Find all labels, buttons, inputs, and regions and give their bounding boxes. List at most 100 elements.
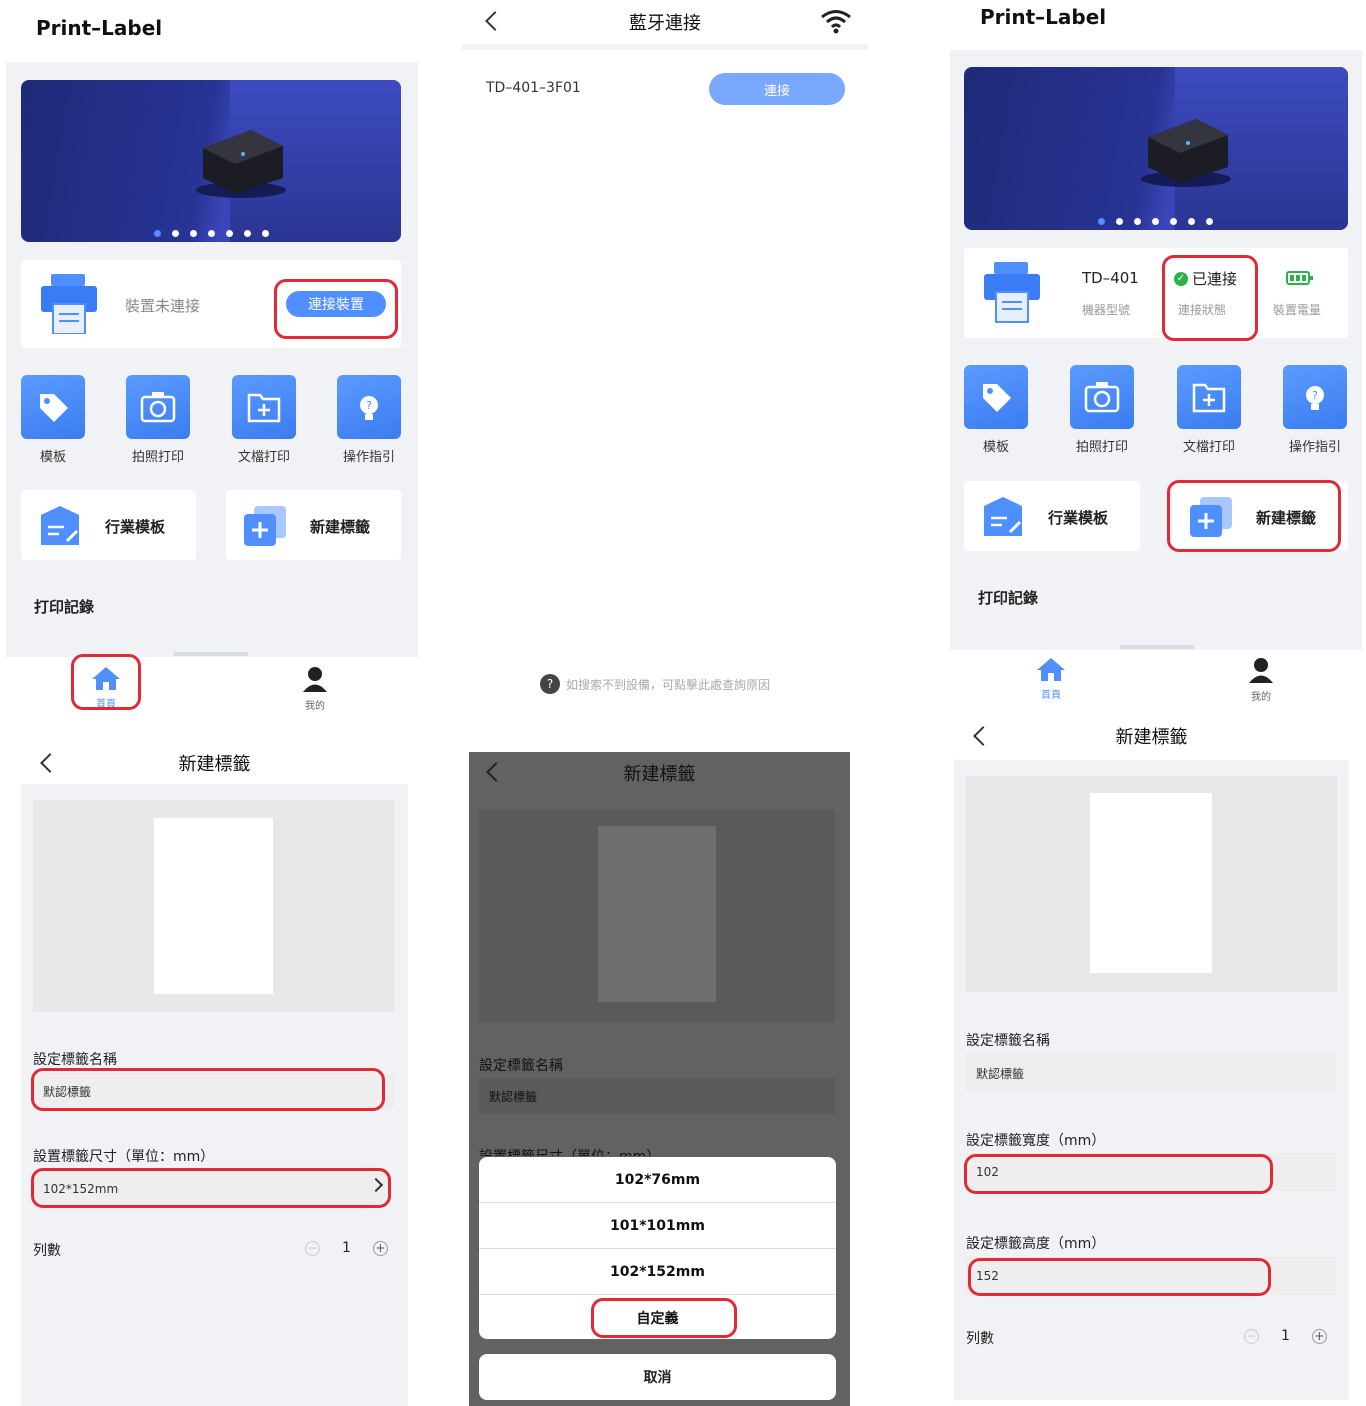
tab-home-label: 首頁	[1041, 690, 1061, 701]
tab-home[interactable]: 首頁	[1036, 656, 1066, 701]
printer-product-image	[1141, 119, 1231, 187]
option-101x101[interactable]: 101*101mm	[479, 1203, 836, 1249]
highlight-height	[968, 1258, 1271, 1296]
label-name-input[interactable]: 默認標籤	[479, 1078, 835, 1114]
columns-label: 列數	[33, 1243, 61, 1259]
banner-carousel[interactable]	[964, 67, 1348, 230]
size-label: 設置標籤尺寸（單位：mm）	[33, 1149, 215, 1165]
highlight-status	[1162, 255, 1258, 341]
highlight-size	[31, 1168, 391, 1208]
help-link[interactable]: ? 如搜索不到設備，可點擊此處查詢原因	[540, 674, 770, 694]
guide-button[interactable]: ?	[1283, 365, 1347, 429]
industry-template-label: 行業模板	[1048, 509, 1109, 527]
label-preview-area	[479, 810, 835, 1022]
document-print-label: 文檔打印	[1182, 440, 1235, 455]
document-edit-icon	[984, 497, 1022, 536]
page-title: 藍牙連接	[629, 13, 701, 34]
option-102x76[interactable]: 102*76mm	[479, 1157, 836, 1203]
battery-label: 裝置電量	[1273, 303, 1322, 317]
label-name-input[interactable]: 默認標籤	[966, 1054, 1337, 1092]
tab-bar: 首頁 我的	[6, 657, 418, 712]
document-print-button[interactable]	[232, 375, 296, 439]
label-preview-area	[33, 800, 394, 1012]
nav-bar: 新建標籤	[21, 740, 408, 784]
template-label: 模板	[982, 440, 1009, 455]
size-picker-screen: 新建標籤 設定標籤名稱 默認標籤 設置標籤尺寸（單位：mm） 102*76mm …	[469, 752, 850, 1406]
size-label-partial: 設置標籤尺寸（單位：mm）	[479, 1146, 660, 1156]
highlight-name	[31, 1068, 385, 1111]
template-label: 模板	[39, 450, 66, 465]
tag-icon	[40, 394, 68, 422]
photo-print-button[interactable]	[126, 375, 190, 439]
columns-stepper: − 1 +	[305, 1240, 388, 1256]
nav-bar: 新建標籤	[954, 712, 1349, 760]
template-button[interactable]	[964, 365, 1028, 429]
empty-records-decoration	[1120, 645, 1194, 649]
app-title: Print–Label	[980, 5, 1107, 29]
user-icon	[1249, 658, 1273, 683]
industry-template-card[interactable]: 行業模板	[21, 490, 196, 560]
minus-icon[interactable]: −	[305, 1240, 320, 1256]
device-model: TD–401	[1082, 269, 1139, 287]
device-card: TD–401 機器型號 ✓ 已連接 連接狀態 裝置電量	[964, 248, 1348, 338]
camera-icon	[140, 392, 176, 423]
columns-label: 列數	[966, 1331, 994, 1347]
columns-stepper: − 1 +	[1244, 1328, 1327, 1344]
home-screen-disconnected: Print–Label 裝置未連接 連接裝置 模板 拍照打印 文檔打印 ? 操作…	[6, 0, 418, 712]
carousel-dots[interactable]	[1098, 218, 1213, 225]
name-label: 設定標籤名稱	[479, 1058, 563, 1074]
home-icon	[1037, 658, 1065, 681]
connect-button[interactable]: 連接	[709, 73, 845, 105]
document-edit-icon	[41, 506, 79, 545]
bluetooth-screen: 藍牙連接 TD–401–3F01 連接 ? 如搜索不到設備，可點擊此處查詢原因	[462, 0, 868, 712]
label-preview	[154, 818, 273, 994]
guide-label: 操作指引	[1288, 440, 1341, 455]
battery-icon	[1286, 271, 1313, 285]
document-print-label: 文檔打印	[237, 450, 290, 465]
industry-template-card[interactable]: 行業模板	[964, 481, 1140, 551]
device-model-label: 機器型號	[1082, 303, 1131, 317]
tab-mine[interactable]: 我的	[300, 665, 330, 712]
tab-mine[interactable]: 我的	[1246, 656, 1276, 703]
printer-icon	[41, 274, 97, 334]
photo-print-button[interactable]	[1070, 365, 1134, 429]
highlight-connect	[274, 279, 398, 339]
new-label-card[interactable]: 新建標籤	[226, 490, 401, 560]
width-label: 設定標籤寬度（mm）	[966, 1133, 1106, 1149]
photo-print-label: 拍照打印	[1075, 440, 1128, 455]
tab-bar: 首頁 我的	[950, 650, 1362, 712]
page-title: 新建標籤	[623, 764, 696, 785]
plus-icon[interactable]: +	[1311, 1328, 1327, 1344]
plus-icon[interactable]: +	[372, 1240, 388, 1256]
svg-text:?: ?	[1312, 389, 1318, 402]
device-name: TD–401–3F01	[486, 80, 581, 96]
highlight-home-tab	[71, 654, 141, 710]
guide-label: 操作指引	[342, 450, 395, 465]
wifi-icon[interactable]	[820, 8, 852, 34]
printer-icon	[984, 262, 1040, 323]
name-label: 設定標籤名稱	[966, 1033, 1050, 1049]
app-title: Print–Label	[36, 16, 163, 40]
template-button[interactable]	[21, 375, 85, 439]
highlight-new-label	[1167, 480, 1341, 552]
tab-mine-label: 我的	[1251, 692, 1271, 703]
tag-icon	[983, 384, 1011, 412]
tab-mine-label: 我的	[305, 701, 325, 712]
help-text: 如搜索不到設備，可點擊此處查詢原因	[566, 677, 771, 692]
cancel-button[interactable]: 取消	[479, 1354, 836, 1400]
print-records-title: 打印記錄	[978, 589, 1039, 607]
printer-product-image	[196, 130, 286, 198]
lightbulb-icon: ?	[1306, 386, 1324, 410]
new-label-screen: 新建標籤 設定標籤名稱 默認標籤 設置標籤尺寸（單位：mm） 102*152mm…	[21, 740, 408, 1406]
svg-text:?: ?	[366, 399, 372, 412]
document-print-button[interactable]	[1177, 365, 1241, 429]
name-label: 設定標籤名稱	[33, 1052, 117, 1068]
camera-icon	[1084, 382, 1120, 413]
guide-button[interactable]: ?	[337, 375, 401, 439]
photo-print-label: 拍照打印	[131, 450, 184, 465]
label-preview-area	[966, 776, 1337, 992]
carousel-dots[interactable]	[154, 230, 269, 237]
option-102x152[interactable]: 102*152mm	[479, 1249, 836, 1295]
banner-carousel[interactable]	[21, 80, 401, 242]
minus-icon[interactable]: −	[1244, 1328, 1259, 1344]
